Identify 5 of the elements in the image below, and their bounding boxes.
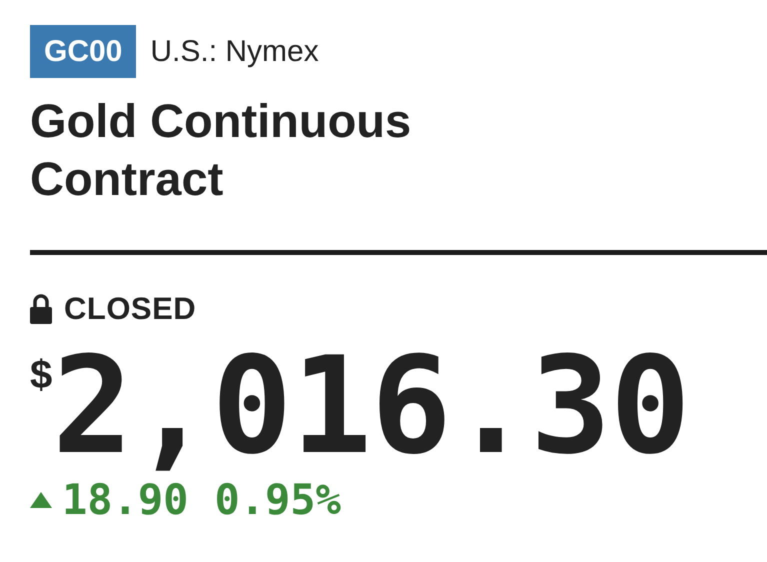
ticker-badge: GC00 <box>30 25 136 78</box>
exchange-label: U.S.: Nymex <box>150 34 319 68</box>
instrument-title: Gold Continuous Contract <box>30 93 412 207</box>
market-status: CLOSED <box>64 291 196 327</box>
currency-symbol: $ <box>30 353 52 398</box>
